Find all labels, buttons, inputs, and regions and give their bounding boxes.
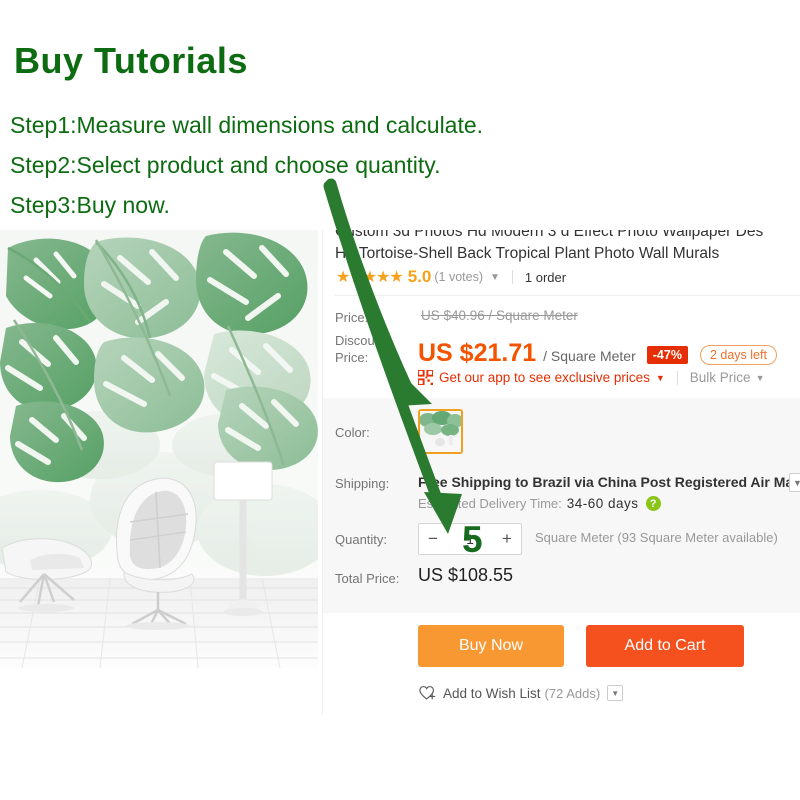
shipping-method[interactable]: Free Shipping to Brazil via China Post R… <box>418 474 800 490</box>
total-price-value: US $108.55 <box>418 565 514 585</box>
original-price: US $40.96 / Square Meter <box>421 308 578 323</box>
help-icon[interactable]: ? <box>645 496 661 511</box>
tutorial-step-2: Step2:Select product and choose quantity… <box>10 152 441 178</box>
chevron-down-icon[interactable]: ▼ <box>656 373 665 383</box>
color-swatch-option[interactable] <box>418 409 463 454</box>
rating-votes: (1 votes) <box>434 270 483 284</box>
discount-price-label: Discount Price: <box>335 332 395 366</box>
tutorial-step-3: Step3:Buy now. <box>10 192 170 218</box>
product-image[interactable] <box>0 230 318 668</box>
color-swatch-thumbnail <box>420 411 461 452</box>
shipping-label: Shipping: <box>335 476 390 491</box>
chevron-down-icon[interactable]: ▼ <box>789 473 800 492</box>
price-label: Price: <box>335 310 369 325</box>
estimated-delivery-label: Estimated Delivery Time: <box>418 496 562 511</box>
estimated-delivery-value: 34-60 days <box>566 496 639 511</box>
chevron-down-icon[interactable]: ▼ <box>490 272 500 283</box>
total-price-label: Total Price: <box>335 571 400 586</box>
estimated-delivery-row: Estimated Delivery Time: 34-60 days ? <box>418 496 661 511</box>
discount-price-row: US $21.71 / Square Meter -47% 2 days lef… <box>418 339 777 368</box>
divider-horizontal <box>335 295 800 296</box>
quantity-label: Quantity: <box>335 532 388 547</box>
tutorial-title: Buy Tutorials <box>14 40 248 81</box>
price-unit: / Square Meter <box>543 348 636 364</box>
room-mockup-illustration <box>0 230 318 668</box>
discount-price-label-line2: Price: <box>335 350 369 365</box>
chevron-down-icon[interactable]: ▼ <box>756 373 765 383</box>
wishlist-count: (72 Adds) <box>544 685 601 701</box>
star-rating-icon: ★★★★★ <box>336 269 404 286</box>
action-buttons: Buy Now Add to Cart <box>418 625 744 667</box>
app-promo-text[interactable]: Get our app to see exclusive prices <box>439 370 650 385</box>
quantity-input[interactable]: 1 <box>447 531 493 547</box>
divider <box>676 370 678 385</box>
bulk-price-link[interactable]: Bulk Price <box>690 370 751 385</box>
buy-now-button[interactable]: Buy Now <box>418 625 564 667</box>
discount-price-label-line1: Discount <box>335 333 386 348</box>
quantity-availability-note: Square Meter (93 Square Meter available) <box>535 530 778 545</box>
tutorial-step-1: Step1:Measure wall dimensions and calcul… <box>10 112 484 138</box>
qr-code-icon <box>418 370 433 385</box>
color-label: Color: <box>335 425 370 440</box>
rating-row: ★★★★★ 5.0 (1 votes) ▼ 1 order <box>336 266 566 288</box>
wishlist-row[interactable]: Add to Wish List (72 Adds) ▼ <box>419 685 624 701</box>
order-count[interactable]: 1 order <box>525 270 566 285</box>
rating-value: 5.0 <box>407 267 432 286</box>
product-title-line2: Hd Tortoise-Shell Back Tropical Plant Ph… <box>335 245 720 262</box>
discount-price-amount: US $21.71 <box>418 339 537 367</box>
app-promo-row: Get our app to see exclusive prices ▼ Bu… <box>418 370 764 385</box>
tutorial-header: Buy Tutorials Step1:Measure wall dimensi… <box>0 0 800 230</box>
discount-badge: -47% <box>646 346 688 364</box>
days-left-badge: 2 days left <box>699 345 777 365</box>
divider <box>511 270 513 284</box>
quantity-decrement-button[interactable]: − <box>419 529 447 549</box>
quantity-increment-button[interactable]: + <box>493 529 521 549</box>
quantity-stepper[interactable]: − 1 + <box>418 523 522 555</box>
wishlist-label[interactable]: Add to Wish List <box>443 686 541 701</box>
chevron-down-icon[interactable]: ▼ <box>607 685 624 701</box>
heart-plus-icon <box>419 686 436 700</box>
add-to-cart-button[interactable]: Add to Cart <box>586 625 744 667</box>
product-detail-panel: Custom 3d Photos Hd Modern 3 d Effect Ph… <box>322 215 800 715</box>
